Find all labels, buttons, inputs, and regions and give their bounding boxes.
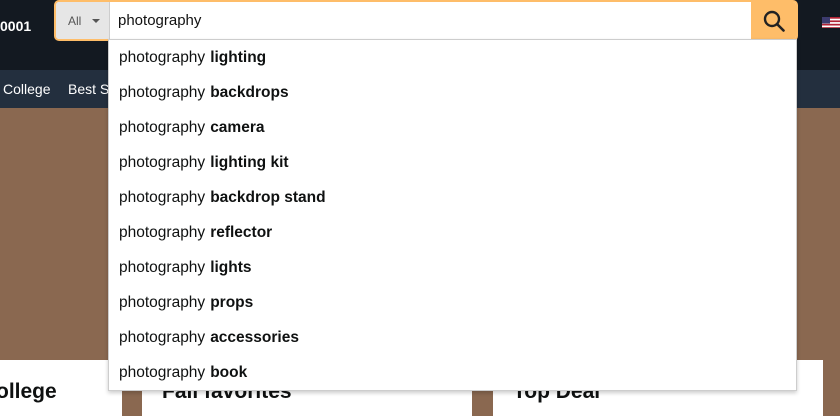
suggestion-prefix: photography — [119, 258, 206, 276]
search-category-select[interactable]: All — [56, 2, 110, 39]
nav-item-college[interactable]: College — [3, 81, 50, 97]
suggestion-item[interactable]: photography lighting — [109, 40, 796, 75]
card-title: ollege — [0, 380, 57, 403]
search-bar: All — [54, 0, 798, 41]
suggestion-prefix: photography — [119, 293, 206, 311]
suggestion-prefix: photography — [119, 223, 206, 241]
suggestion-prefix: photography — [119, 188, 206, 206]
suggestion-item[interactable]: photography props — [109, 285, 796, 320]
search-input[interactable] — [110, 2, 752, 39]
suggestion-completion: lights — [210, 258, 252, 276]
header-bar: 0001 All — [0, 0, 840, 42]
search-suggestions: photography lighting photography backdrops p… — [108, 39, 797, 391]
us-flag-icon[interactable] — [822, 16, 840, 28]
suggestion-item[interactable]: photography camera — [109, 110, 796, 145]
search-category-label: All — [68, 14, 82, 28]
caret-down-icon — [92, 19, 100, 23]
suggestion-item[interactable]: photography backdrop stand — [109, 180, 796, 215]
suggestion-item[interactable]: photography lights — [109, 250, 796, 285]
suggestion-completion: backdrop stand — [210, 188, 326, 206]
suggestion-item[interactable]: photography book — [109, 355, 796, 390]
suggestion-completion: reflector — [210, 223, 273, 241]
search-icon — [763, 10, 785, 32]
suggestion-item[interactable]: photography backdrops — [109, 75, 796, 110]
suggestion-completion: props — [210, 293, 254, 311]
suggestion-completion: book — [210, 363, 248, 381]
suggestion-prefix: photography — [119, 363, 206, 381]
suggestion-completion: accessories — [210, 328, 299, 346]
suggestion-item[interactable]: photography reflector — [109, 215, 796, 250]
suggestion-prefix: photography — [119, 153, 206, 171]
suggestion-prefix: photography — [119, 328, 206, 346]
delivery-location[interactable]: 0001 — [0, 18, 31, 34]
card-college[interactable]: ollege — [0, 360, 122, 416]
search-button[interactable] — [751, 2, 796, 39]
suggestion-item[interactable]: photography accessories — [109, 320, 796, 355]
suggestion-completion: camera — [210, 118, 265, 136]
suggestion-prefix: photography — [119, 118, 206, 136]
suggestion-prefix: photography — [119, 83, 206, 101]
suggestion-item[interactable]: photography lighting kit — [109, 145, 796, 180]
suggestion-completion: lighting kit — [210, 153, 289, 171]
suggestion-completion: lighting — [210, 48, 267, 66]
suggestion-completion: backdrops — [210, 83, 289, 101]
suggestion-prefix: photography — [119, 48, 206, 66]
